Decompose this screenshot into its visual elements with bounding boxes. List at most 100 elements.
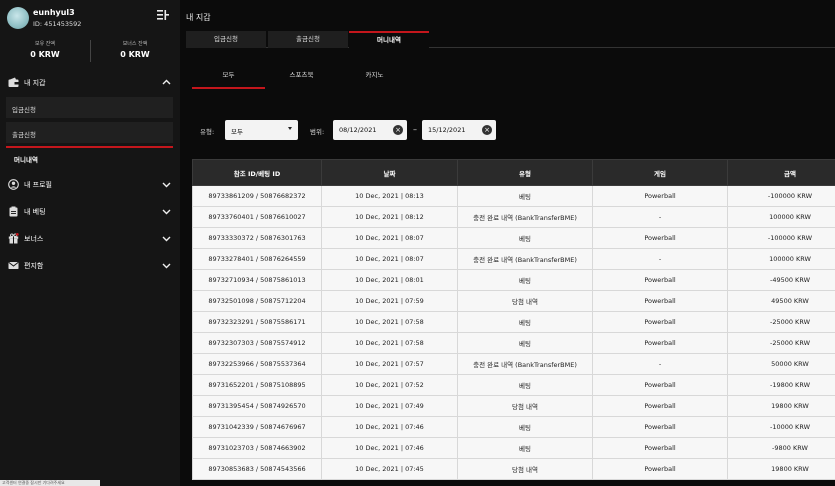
cell-type: 당첨 내역 xyxy=(457,395,593,417)
page-title: 내 지갑 xyxy=(186,13,211,22)
header-amount: 금액 xyxy=(727,159,835,186)
cell-type: 베팅 xyxy=(457,416,593,438)
cell-type: 충전 완료 내역 (BankTransferBME) xyxy=(457,206,593,228)
header-ref-id: 참조 ID/베팅 ID xyxy=(192,159,322,186)
sidebar-subitem-withdraw-label: 출금신청 xyxy=(12,131,36,139)
avatar[interactable] xyxy=(7,7,29,29)
table-row: 89731395454 / 50874926570 10 Dec, 2021 | … xyxy=(192,395,835,417)
type-filter-label: 유형: xyxy=(200,128,215,136)
table-row: 89732323291 / 50875586171 10 Dec, 2021 | … xyxy=(192,311,835,333)
cell-amount: 100000 KRW xyxy=(727,206,835,228)
sidebar-item-bonus-label: 보너스 xyxy=(24,235,44,243)
cell-date: 10 Dec, 2021 | 08:13 xyxy=(321,185,458,207)
sidebar-subitem-money-history[interactable]: 머니내역 xyxy=(6,147,173,168)
wallet-icon xyxy=(8,77,19,87)
cell-type: 베팅 xyxy=(457,185,593,207)
table-row: 89733861209 / 50876682372 10 Dec, 2021 | … xyxy=(192,185,835,207)
sidebar-item-wallet[interactable]: 내 지갑 xyxy=(0,70,180,95)
clipboard-icon xyxy=(9,206,18,217)
cell-game: Powerball xyxy=(592,227,728,249)
cell-amount: -19800 KRW xyxy=(727,374,835,396)
cell-game: Powerball xyxy=(592,395,728,417)
cell-game: Powerball xyxy=(592,185,728,207)
app: eunhyul3 ID: 451453592 보유 잔액 0 KRW 보너스 잔… xyxy=(0,0,835,486)
date-to-input[interactable]: 15/12/2021 × xyxy=(422,120,496,140)
cell-date: 10 Dec, 2021 | 08:07 xyxy=(321,227,458,249)
type-select[interactable]: 모두 xyxy=(225,120,298,140)
range-filter-label: 범위: xyxy=(310,128,325,136)
tab-money-history[interactable]: 머니내역 xyxy=(349,31,429,48)
cell-date: 10 Dec, 2021 | 07:59 xyxy=(321,290,458,312)
cell-game: - xyxy=(592,248,728,270)
transactions-table: 참조 ID/베팅 ID 날짜 유형 게임 금액 89733861209 / 50… xyxy=(192,159,835,480)
sidebar-item-wallet-label: 내 지갑 xyxy=(24,79,46,87)
cell-ref-id: 89732323291 / 50875586171 xyxy=(192,311,322,333)
table-row: 89732253966 / 50875537364 10 Dec, 2021 | … xyxy=(192,353,835,375)
cell-type: 충전 완료 내역 (BankTransferBME) xyxy=(457,248,593,270)
username: eunhyul3 xyxy=(33,8,75,17)
bonus-balance-label: 보너스 잔액 xyxy=(122,41,148,47)
table-row: 89733278401 / 50876264559 10 Dec, 2021 | … xyxy=(192,248,835,270)
user-panel: eunhyul3 ID: 451453592 xyxy=(0,0,180,34)
sidebar-item-mailbox[interactable]: 편지함 xyxy=(0,253,180,278)
sidebar-item-profile[interactable]: 내 프로필 xyxy=(0,172,180,197)
menu-toggle-icon[interactable] xyxy=(157,9,169,21)
sidebar-item-my-bets[interactable]: 내 베팅 xyxy=(0,199,180,224)
cell-type: 베팅 xyxy=(457,269,593,291)
chevron-down-icon[interactable] xyxy=(162,261,171,270)
cell-date: 10 Dec, 2021 | 07:46 xyxy=(321,416,458,438)
clear-date-from-icon[interactable]: × xyxy=(393,125,403,135)
cell-game: Powerball xyxy=(592,290,728,312)
cell-type: 베팅 xyxy=(457,332,593,354)
holding-balance-label: 보유 잔액 xyxy=(35,41,55,47)
date-from-input[interactable]: 08/12/2021 × xyxy=(333,120,407,140)
table-row: 89732307303 / 50875574912 10 Dec, 2021 | … xyxy=(192,332,835,354)
bonus-balance: 보너스 잔액 0 KRW xyxy=(90,40,180,59)
header-date: 날짜 xyxy=(321,159,458,186)
gift-icon xyxy=(8,233,19,244)
cell-game: - xyxy=(592,353,728,375)
subtab-casino[interactable]: 카지노 xyxy=(338,65,411,89)
cell-amount: 100000 KRW xyxy=(727,248,835,270)
sidebar-item-mailbox-label: 편지함 xyxy=(24,262,44,270)
cell-ref-id: 89731395454 / 50874926570 xyxy=(192,395,322,417)
cell-ref-id: 89732501098 / 50875712204 xyxy=(192,290,322,312)
main-content: 내 지갑 입금신청 출금신청 머니내역 모두 스포츠북 카지노 유형: 모두 범… xyxy=(180,0,835,486)
table-row: 89733760401 / 50876610027 10 Dec, 2021 | … xyxy=(192,206,835,228)
sidebar-subitem-deposit[interactable]: 입금신청 xyxy=(6,97,173,118)
chevron-up-icon[interactable] xyxy=(162,78,171,87)
chevron-down-icon[interactable] xyxy=(162,207,171,216)
cell-type: 베팅 xyxy=(457,374,593,396)
cell-amount: -9800 KRW xyxy=(727,437,835,459)
wallet-tabs: 입금신청 출금신청 머니내역 xyxy=(186,31,835,48)
cell-ref-id: 89733760401 / 50876610027 xyxy=(192,206,322,228)
subtab-sportsbook[interactable]: 스포츠북 xyxy=(265,65,338,89)
cell-ref-id: 89732710934 / 50875861013 xyxy=(192,269,322,291)
tab-withdraw[interactable]: 출금신청 xyxy=(268,31,348,48)
cell-date: 10 Dec, 2021 | 07:52 xyxy=(321,374,458,396)
clear-date-to-icon[interactable]: × xyxy=(482,125,492,135)
table-row: 89732710934 / 50875861013 10 Dec, 2021 | … xyxy=(192,269,835,291)
user-circle-icon xyxy=(8,179,19,190)
cell-game: - xyxy=(592,206,728,228)
cell-date: 10 Dec, 2021 | 08:12 xyxy=(321,206,458,228)
balances: 보유 잔액 0 KRW 보너스 잔액 0 KRW xyxy=(0,36,180,64)
subtab-all[interactable]: 모두 xyxy=(192,65,265,89)
sidebar-item-profile-label: 내 프로필 xyxy=(24,181,52,189)
sidebar-item-my-bets-label: 내 베팅 xyxy=(24,208,46,216)
table-header-row: 참조 ID/베팅 ID 날짜 유형 게임 금액 xyxy=(192,159,835,186)
cell-ref-id: 89733330372 / 50876301763 xyxy=(192,227,322,249)
sidebar-subitem-withdraw[interactable]: 출금신청 xyxy=(6,122,173,143)
chevron-down-icon[interactable] xyxy=(162,180,171,189)
cell-ref-id: 89732253966 / 50875537364 xyxy=(192,353,322,375)
transactions-table-container[interactable]: 참조 ID/베팅 ID 날짜 유형 게임 금액 89733861209 / 50… xyxy=(192,159,835,486)
chevron-down-icon[interactable] xyxy=(162,234,171,243)
holding-balance-value: 0 KRW xyxy=(30,50,60,59)
tab-deposit[interactable]: 입금신청 xyxy=(186,31,266,48)
cell-amount: 50000 KRW xyxy=(727,353,835,375)
table-row: 89731652201 / 50875108895 10 Dec, 2021 | … xyxy=(192,374,835,396)
cell-date: 10 Dec, 2021 | 07:58 xyxy=(321,311,458,333)
cell-type: 베팅 xyxy=(457,311,593,333)
category-tabs: 모두 스포츠북 카지노 xyxy=(192,65,402,89)
sidebar-item-bonus[interactable]: 보너스 xyxy=(0,226,180,251)
